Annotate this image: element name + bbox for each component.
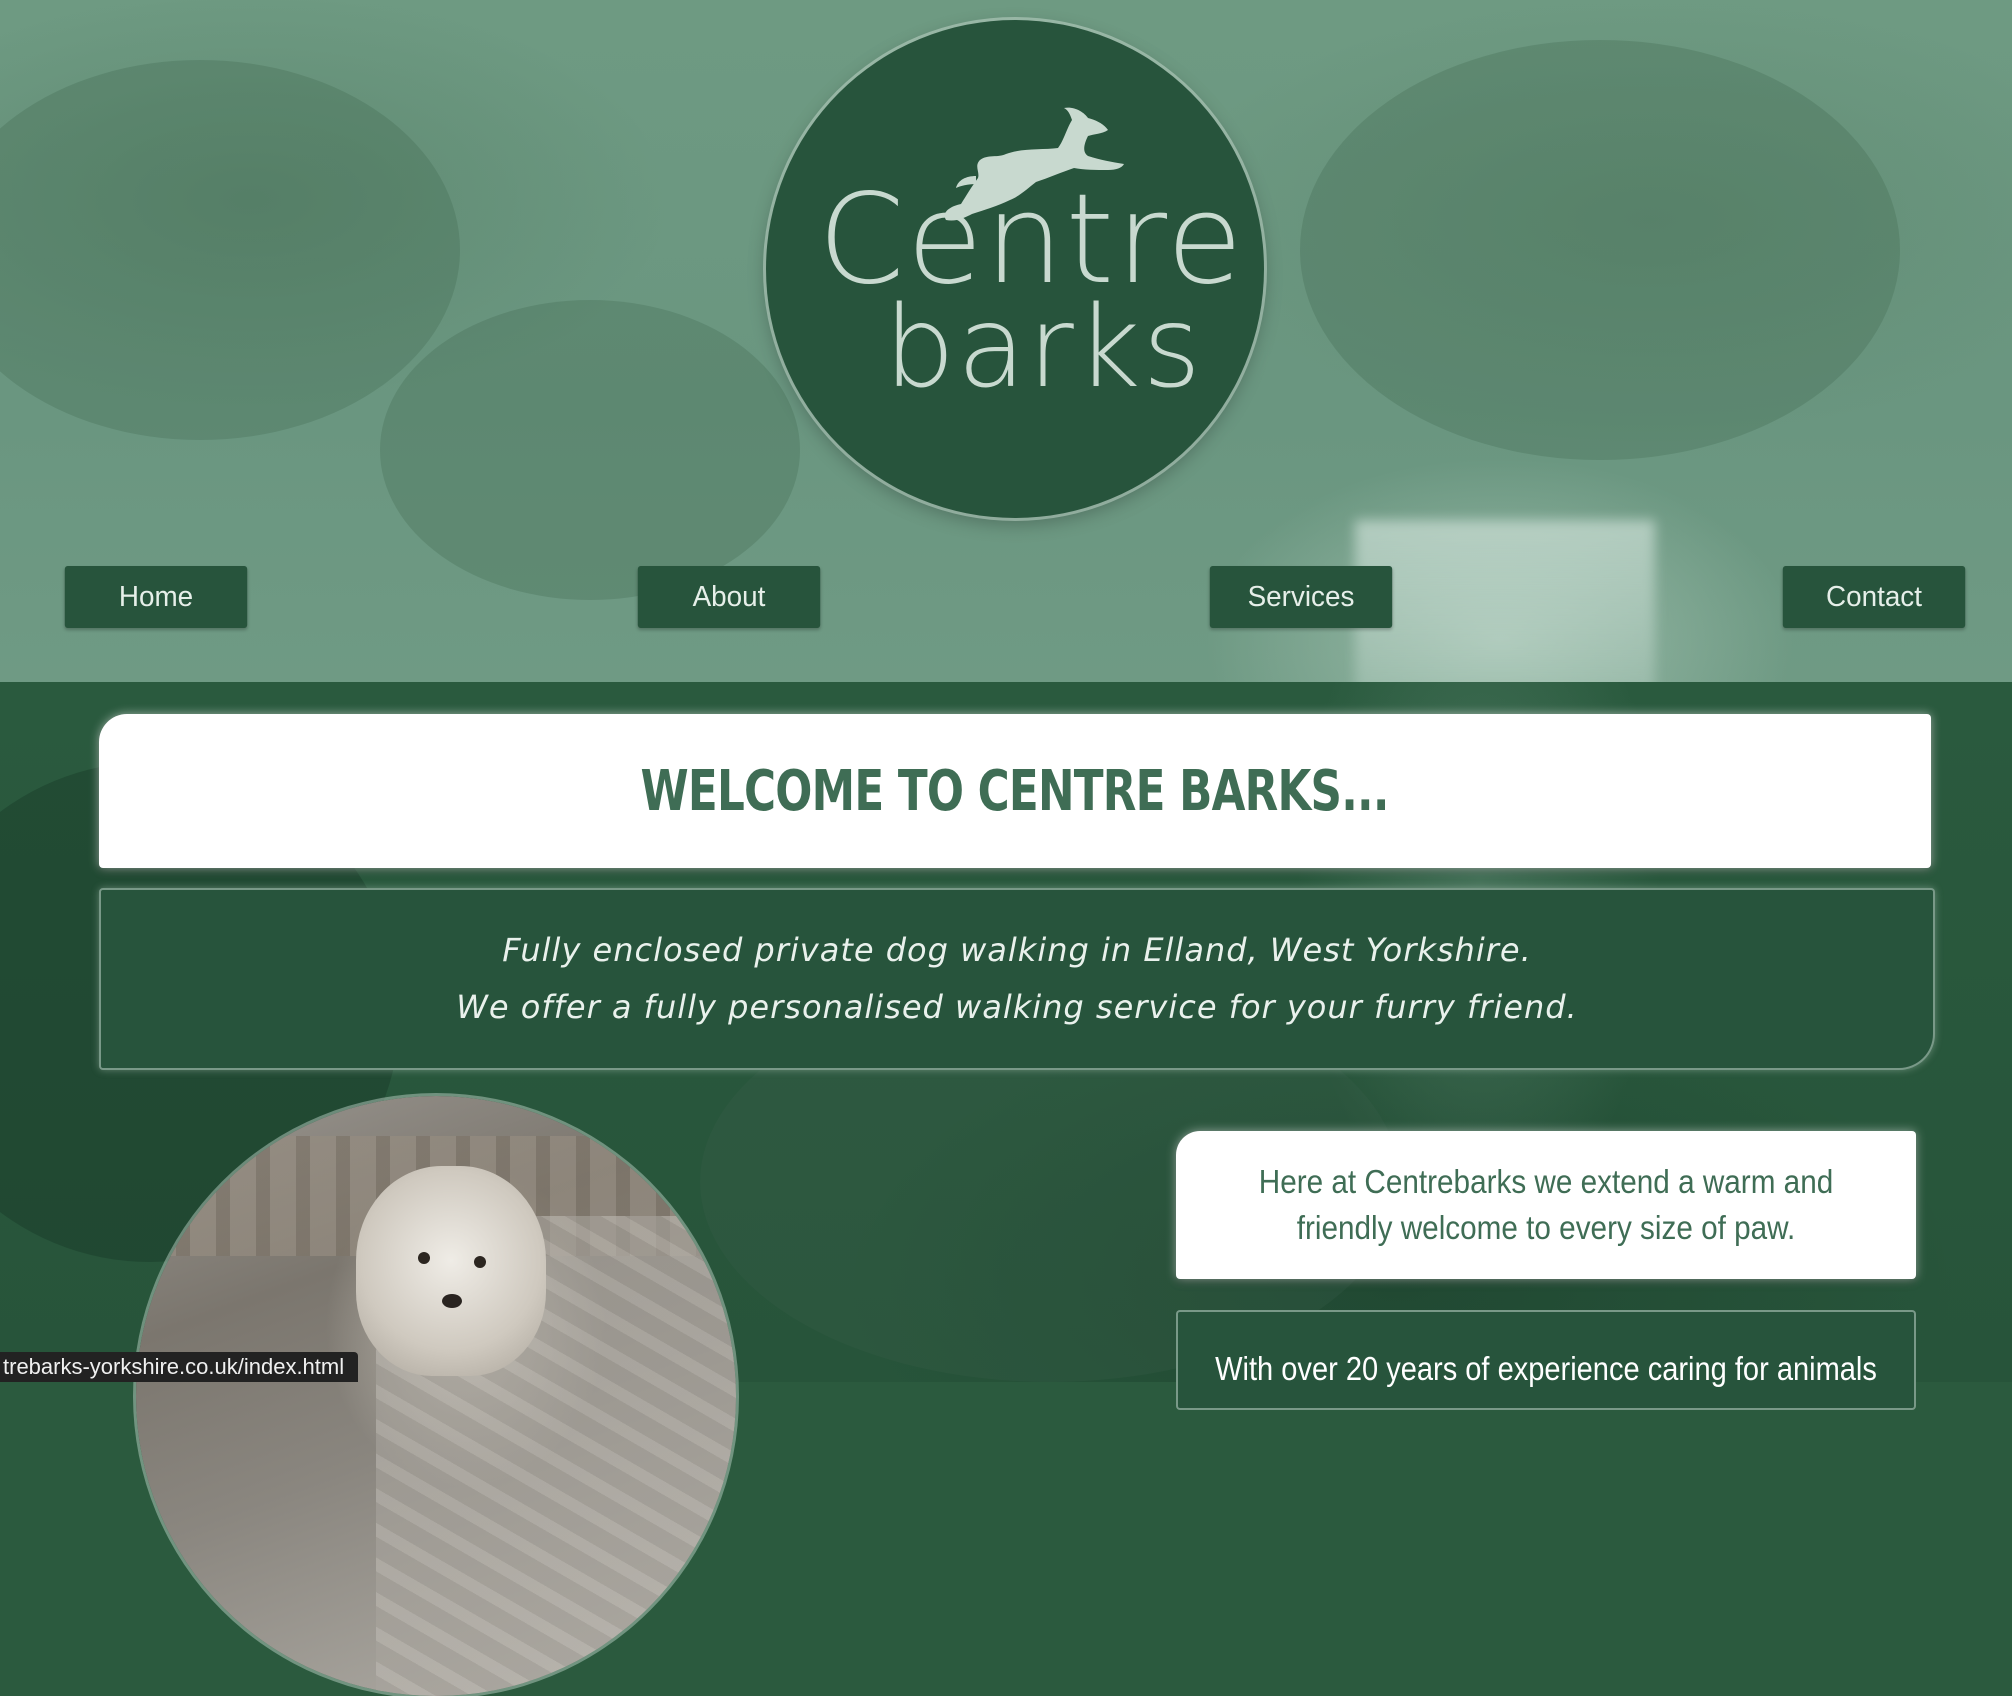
nav-home-button[interactable]: Home: [64, 566, 248, 628]
foliage-background: [0, 60, 460, 440]
foliage-background: [1300, 40, 1900, 460]
welcome-banner: WELCOME TO CENTRE BARKS...: [99, 714, 1931, 868]
experience-text: With over 20 years of experience caring …: [1215, 1350, 1877, 1387]
nav-services-button[interactable]: Services: [1209, 566, 1393, 628]
nav-about-button[interactable]: About: [637, 566, 821, 628]
site-logo[interactable]: Centre barks: [766, 20, 1264, 518]
dog-eye: [418, 1252, 430, 1264]
foliage-background: [380, 300, 800, 600]
site-header: Centre barks Home About Services Contact: [0, 0, 2012, 682]
dog-head: [356, 1166, 546, 1376]
dog-photo: [136, 1096, 736, 1696]
intro-line-service: We offer a fully personalised walking se…: [456, 988, 1578, 1026]
logo-wordmark-line2: barks: [884, 283, 1203, 413]
greeting-card: Here at Centrebarks we extend a warm and…: [1176, 1131, 1916, 1279]
waterfall-background: [1355, 520, 1655, 682]
nav-contact-button[interactable]: Contact: [1782, 566, 1966, 628]
intro-banner: Fully enclosed private dog walking in El…: [99, 888, 1935, 1070]
dog-nose: [442, 1294, 462, 1308]
status-bar-url: trebarks-yorkshire.co.uk/index.html: [0, 1352, 359, 1382]
dog-eye: [474, 1256, 486, 1268]
experience-card: With over 20 years of experience caring …: [1176, 1310, 1916, 1410]
intro-line-location: Fully enclosed private dog walking in El…: [502, 931, 1532, 969]
greeting-text: Here at Centrebarks we extend a warm and…: [1258, 1163, 1834, 1246]
page-title: WELCOME TO CENTRE BARKS...: [640, 758, 1390, 824]
